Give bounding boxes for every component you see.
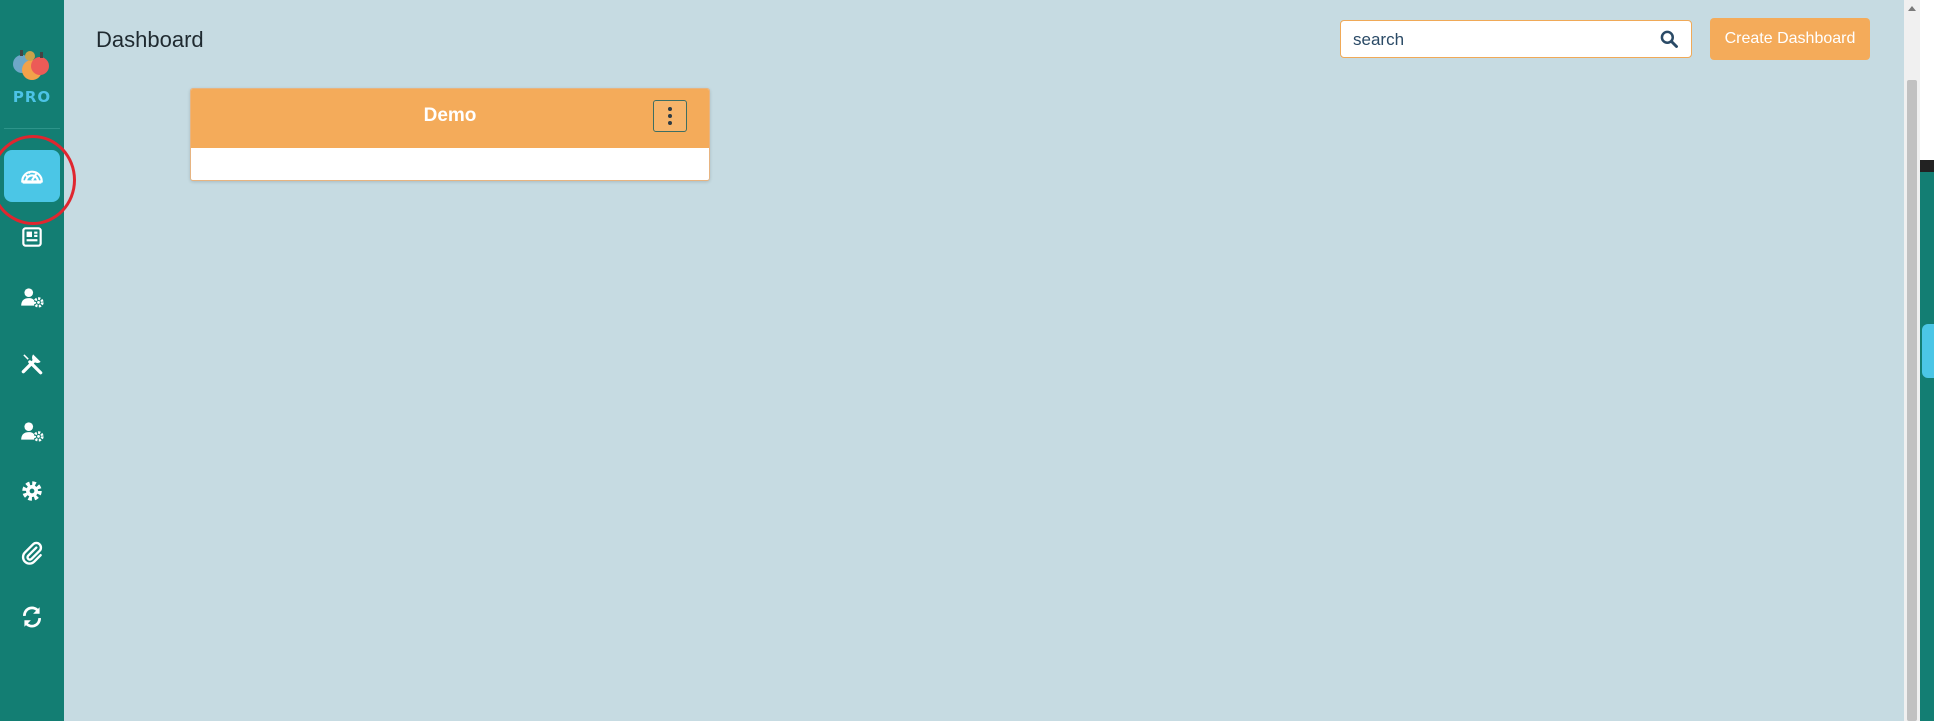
card-menu-button[interactable] xyxy=(653,100,687,132)
more-vertical-icon-dot xyxy=(668,114,672,118)
background-window-bar xyxy=(1920,160,1934,172)
more-vertical-icon-dot xyxy=(668,121,672,125)
logo-icon xyxy=(13,50,49,80)
newspaper-icon xyxy=(22,227,42,247)
sidebar: PRO xyxy=(0,0,76,721)
sidebar-item-settings[interactable] xyxy=(4,465,60,517)
app-logo[interactable]: PRO xyxy=(6,44,58,110)
page-title: Dashboard xyxy=(96,27,204,52)
logo-text: PRO xyxy=(12,88,52,106)
sidebar-item-dashboard[interactable] xyxy=(4,150,60,202)
sidebar-item-attachments[interactable] xyxy=(4,527,60,579)
gauge-icon xyxy=(21,170,43,184)
background-window-tab xyxy=(1922,324,1934,378)
background-window-top xyxy=(1920,0,1934,170)
scrollbar-thumb[interactable] xyxy=(1907,80,1917,721)
scroll-up-icon[interactable] xyxy=(1908,6,1916,11)
dashboard-card[interactable]: Demo xyxy=(190,88,710,181)
search-icon[interactable] xyxy=(1659,29,1679,49)
background-window-edge xyxy=(1920,0,1934,721)
vertical-scrollbar[interactable] xyxy=(1904,0,1920,721)
more-vertical-icon-dot xyxy=(668,107,672,111)
sidebar-item-sync[interactable] xyxy=(4,591,60,643)
dashboard-card-header: Demo xyxy=(191,89,709,148)
user-gear-icon xyxy=(21,422,44,442)
dashboard-card-title[interactable]: Demo xyxy=(191,105,709,127)
paperclip-icon xyxy=(21,541,43,565)
sidebar-item-reports[interactable] xyxy=(4,211,60,263)
search-input[interactable] xyxy=(1351,21,1655,59)
sidebar-item-user-settings[interactable] xyxy=(4,271,60,323)
search-box xyxy=(1340,20,1692,59)
user-gear-icon xyxy=(21,288,44,308)
sidebar-item-tools[interactable] xyxy=(4,337,60,389)
app-root: PRO Dashboard search Create Dashboard De… xyxy=(0,0,1934,721)
gear-icon xyxy=(22,481,42,501)
sync-icon xyxy=(23,606,41,628)
tools-icon xyxy=(21,354,43,375)
sidebar-divider xyxy=(4,128,60,129)
create-dashboard-button[interactable]: Create Dashboard xyxy=(1710,18,1870,60)
sidebar-item-user-admin[interactable] xyxy=(4,405,60,457)
